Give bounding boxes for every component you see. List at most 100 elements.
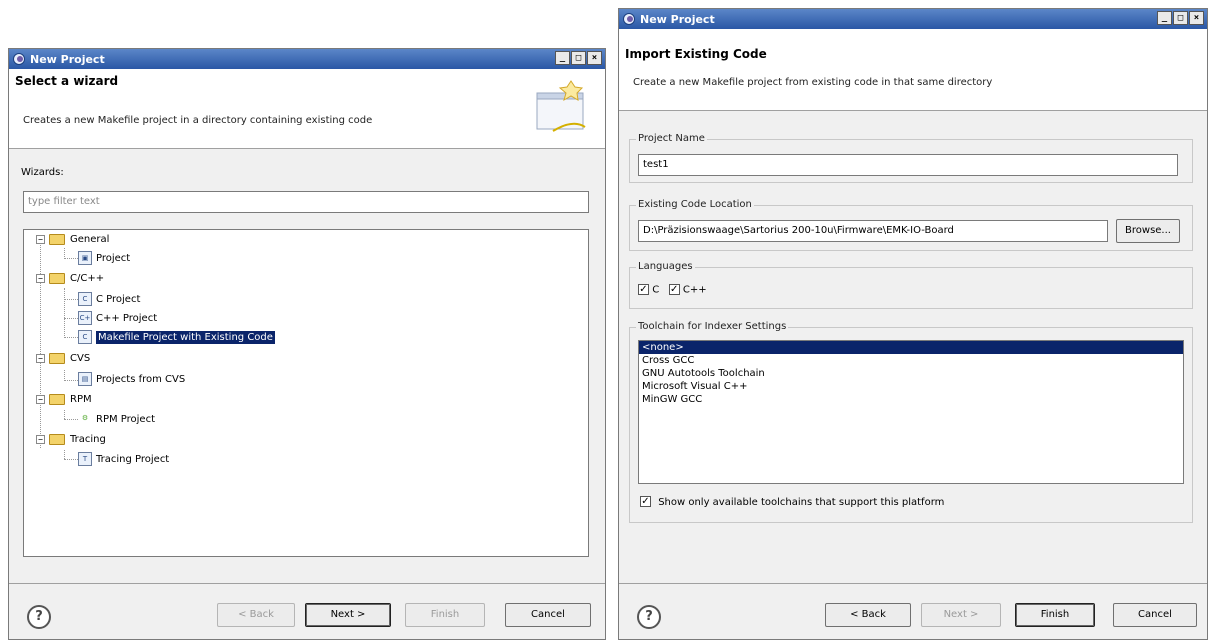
tree-item-label: RPM <box>70 393 92 405</box>
collapse-icon[interactable]: − <box>36 434 45 444</box>
header-title: Select a wizard <box>15 74 119 88</box>
project-name-group: Project Name test1 <box>629 133 1193 183</box>
group-label: Languages <box>636 261 695 272</box>
tree-item-label: Projects from CVS <box>96 373 186 385</box>
tree-item-label: Makefile Project with Existing Code <box>96 330 275 344</box>
show-only-available-checkbox[interactable]: ✓ <box>640 496 651 507</box>
wizard-banner-icon <box>536 80 586 132</box>
group-label: Existing Code Location <box>636 199 754 210</box>
close-button[interactable]: × <box>587 51 602 65</box>
cpp-language-checkbox[interactable]: ✓ <box>668 284 680 295</box>
tree-item-makefile-project[interactable]: C Makefile Project with Existing Code <box>78 328 275 346</box>
toolchain-item-gnu-autotools[interactable]: GNU Autotools Toolchain <box>639 367 1183 380</box>
folder-icon <box>49 352 65 364</box>
tree-item-tracing-project[interactable]: T Tracing Project <box>78 450 169 468</box>
tree-item-label: Tracing Project <box>96 453 170 465</box>
tree-item-label: C Project <box>96 293 141 305</box>
project-icon: ▣ <box>78 251 92 265</box>
tree-item-cvs[interactable]: − CVS <box>36 349 90 367</box>
collapse-icon[interactable]: − <box>36 234 45 244</box>
tree-item-label: Project <box>96 252 131 264</box>
folder-icon <box>49 393 65 405</box>
tree-item-tracing[interactable]: − Tracing <box>36 430 106 448</box>
tree-item-label: RPM Project <box>96 413 155 425</box>
finish-button[interactable]: Finish <box>1015 603 1095 627</box>
wizard-tree[interactable]: − General ▣ Project − C/C++ C C Project … <box>23 229 589 557</box>
show-only-available-label: Show only available toolchains that supp… <box>658 496 945 508</box>
collapse-icon[interactable]: − <box>36 273 45 283</box>
c-project-icon: C <box>78 292 92 306</box>
tree-item-label: Tracing <box>70 433 106 445</box>
cpp-project-icon: C+ <box>78 311 92 325</box>
collapse-icon[interactable]: − <box>36 353 45 363</box>
new-project-wizard-window: New Project _ □ × Select a wizard Create… <box>8 48 606 640</box>
back-button[interactable]: < Back <box>825 603 911 627</box>
wizard-header: Import Existing Code Create a new Makefi… <box>619 29 1207 111</box>
tree-item-rpm[interactable]: − RPM <box>36 390 92 408</box>
tree-item-project[interactable]: ▣ Project <box>78 249 130 267</box>
eclipse-icon <box>623 13 635 25</box>
cancel-button[interactable]: Cancel <box>1113 603 1197 627</box>
filter-input[interactable]: type filter text <box>23 191 589 213</box>
help-icon[interactable]: ? <box>637 605 661 629</box>
folder-icon <box>49 272 65 284</box>
maximize-button[interactable]: □ <box>571 51 586 65</box>
cvs-project-icon: ▤ <box>78 372 92 386</box>
toolchain-list[interactable]: <none> Cross GCC GNU Autotools Toolchain… <box>638 340 1184 484</box>
window-title: New Project <box>640 12 715 26</box>
tree-item-label: CVS <box>70 352 91 364</box>
footer-separator <box>9 583 605 584</box>
header-title: Import Existing Code <box>625 47 767 61</box>
tracing-project-icon: T <box>78 452 92 466</box>
help-icon[interactable]: ? <box>27 605 51 629</box>
toolchain-item-none[interactable]: <none> <box>639 341 1183 354</box>
toolchain-item-cross-gcc[interactable]: Cross GCC <box>639 354 1183 367</box>
collapse-icon[interactable]: − <box>36 394 45 404</box>
languages-group: Languages ✓ C ✓ C++ <box>629 261 1193 309</box>
location-input[interactable]: D:\Präzisionswaage\Sartorius 200-10u\Fir… <box>638 220 1108 242</box>
toolchain-group: Toolchain for Indexer Settings <none> Cr… <box>629 321 1193 523</box>
toolchain-item-mingw[interactable]: MinGW GCC <box>639 393 1183 406</box>
cancel-button[interactable]: Cancel <box>505 603 591 627</box>
rpm-project-icon: ⚙ <box>81 414 89 422</box>
eclipse-icon <box>13 53 25 65</box>
browse-button[interactable]: Browse... <box>1116 219 1180 243</box>
tree-item-label: C/C++ <box>70 272 105 284</box>
minimize-button[interactable]: _ <box>1157 11 1172 25</box>
c-language-checkbox[interactable]: ✓ <box>638 284 649 295</box>
title-bar[interactable]: New Project _ □ × <box>619 9 1207 29</box>
group-label: Project Name <box>636 133 707 144</box>
project-name-input[interactable]: test1 <box>638 154 1178 176</box>
tree-item-rpm-project[interactable]: ⚙ RPM Project <box>78 410 155 428</box>
makefile-project-icon: C <box>78 330 92 344</box>
import-existing-code-window: New Project _ □ × Import Existing Code C… <box>618 8 1208 640</box>
folder-icon <box>49 233 65 245</box>
tree-item-label: C++ Project <box>96 312 158 324</box>
wizards-label: Wizards: <box>21 167 64 178</box>
existing-code-location-group: Existing Code Location D:\Präzisionswaag… <box>629 199 1193 251</box>
footer-separator <box>619 583 1207 584</box>
tree-item-general[interactable]: − General <box>36 230 109 248</box>
cpp-language-label: C++ <box>682 284 707 296</box>
minimize-button[interactable]: _ <box>555 51 570 65</box>
tree-item-c-project[interactable]: C C Project <box>78 290 140 308</box>
wizard-header: Select a wizard Creates a new Makefile p… <box>9 69 605 149</box>
tree-item-c-cpp[interactable]: − C/C++ <box>36 269 104 287</box>
maximize-button[interactable]: □ <box>1173 11 1188 25</box>
c-language-label: C <box>652 284 660 296</box>
tree-item-projects-from-cvs[interactable]: ▤ Projects from CVS <box>78 370 185 388</box>
next-button[interactable]: Next > <box>305 603 391 627</box>
next-button[interactable]: Next > <box>921 603 1001 627</box>
tree-item-label: General <box>70 233 110 245</box>
header-description: Creates a new Makefile project in a dire… <box>23 115 373 126</box>
tree-item-cpp-project[interactable]: C+ C++ Project <box>78 309 157 327</box>
finish-button[interactable]: Finish <box>405 603 485 627</box>
folder-icon <box>49 433 65 445</box>
window-title: New Project <box>30 52 105 66</box>
close-button[interactable]: × <box>1189 11 1204 25</box>
back-button[interactable]: < Back <box>217 603 295 627</box>
header-description: Create a new Makefile project from exist… <box>633 77 993 88</box>
title-bar[interactable]: New Project _ □ × <box>9 49 605 69</box>
toolchain-item-msvc[interactable]: Microsoft Visual C++ <box>639 380 1183 393</box>
group-label: Toolchain for Indexer Settings <box>636 321 789 332</box>
